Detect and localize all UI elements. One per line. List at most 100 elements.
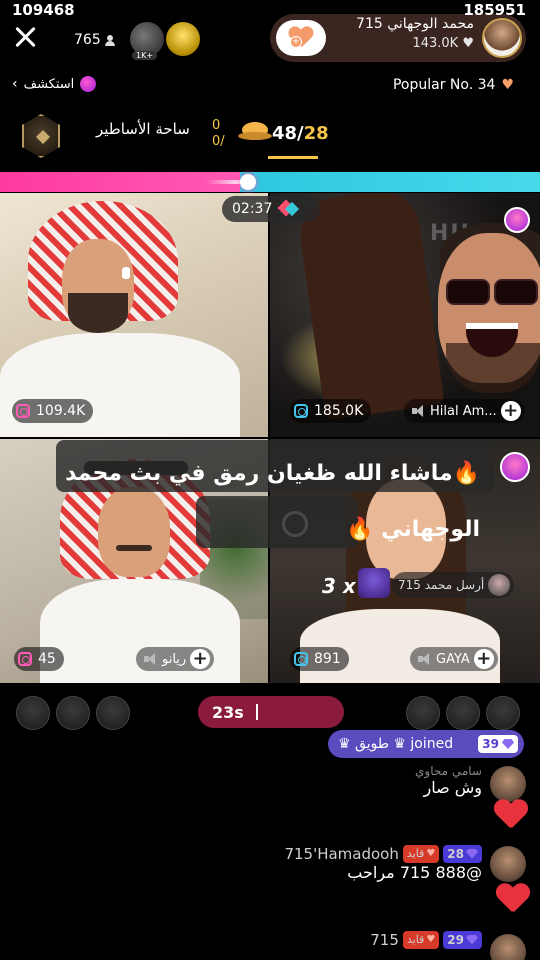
guest-4-name-tag[interactable]: GAYA + bbox=[410, 647, 498, 671]
gem-icon bbox=[466, 848, 478, 859]
gem-icon bbox=[466, 934, 478, 945]
round-score[interactable]: 48/28 bbox=[272, 123, 329, 144]
mini-score-bottom: 0/ bbox=[212, 134, 225, 149]
score-bar-right bbox=[240, 172, 540, 192]
joined-notification: ♛ طويق ♛ joined 39 bbox=[328, 730, 524, 758]
supporter-avatar[interactable] bbox=[486, 696, 520, 730]
mute-icon bbox=[144, 653, 158, 665]
joined-text: ♛ طويق ♛ joined bbox=[338, 736, 454, 752]
top-gift-icon[interactable] bbox=[166, 22, 200, 56]
guest-2-gift-count-value: 185.0K bbox=[314, 403, 364, 419]
person-icon bbox=[104, 35, 115, 46]
user-level-badge: 39 bbox=[478, 735, 518, 753]
mute-icon bbox=[418, 653, 432, 665]
guest-3-name: ريانو bbox=[162, 651, 187, 667]
guest-2-name-tag[interactable]: Hilal Am... + bbox=[404, 399, 525, 423]
comment-text: وش صار bbox=[423, 778, 482, 797]
battle-timer-value: 02:37 bbox=[232, 201, 273, 217]
fan-badge: قايد ♥ bbox=[402, 844, 440, 863]
comment-avatar[interactable] bbox=[490, 846, 526, 882]
camera-icon bbox=[294, 652, 308, 666]
user-badges: 715 قايد ♥ 29 bbox=[370, 930, 482, 949]
guest-video-2[interactable]: HILAL 185.0K Hilal Am... + bbox=[270, 193, 540, 437]
follow-button[interactable]: + bbox=[276, 20, 326, 56]
comment-text: @888 715 مراحب bbox=[347, 862, 482, 882]
mini-score-top: 0 bbox=[212, 118, 221, 133]
comment-username[interactable]: 715'Hamadooh bbox=[284, 845, 398, 863]
comment-header: 715'Hamadooh قايد ♥ 28 bbox=[284, 844, 482, 863]
popular-label: Popular No. 34 bbox=[392, 77, 496, 93]
host-name: محمد الوجهاني 715 bbox=[356, 16, 474, 32]
guest-video-1[interactable]: 109.4K bbox=[0, 193, 268, 437]
add-guest-button[interactable]: + bbox=[500, 401, 521, 421]
announcement-badge-icon bbox=[500, 452, 530, 482]
comment-item: سامي محاوي وش صار bbox=[415, 764, 482, 797]
guest-4-gift-count: 891 bbox=[290, 647, 349, 671]
comment-username[interactable]: سامي محاوي bbox=[415, 764, 482, 778]
host-info-pill[interactable]: + محمد الوجهاني 715 143.0K ♥ bbox=[270, 14, 526, 62]
battle-score-bar bbox=[0, 172, 540, 192]
heart-icon: ♥ bbox=[501, 77, 514, 93]
level-badge: 28 bbox=[443, 844, 482, 863]
heart-icon: ♥ bbox=[426, 934, 436, 945]
gift-sender-banner: أرسل محمد 715 bbox=[392, 572, 515, 598]
round-current: 48/ bbox=[272, 123, 304, 144]
countdown-separator bbox=[255, 704, 258, 720]
host-avatar[interactable] bbox=[482, 18, 522, 58]
guest-2-name: Hilal Am... bbox=[430, 403, 497, 419]
round-total: 28 bbox=[303, 123, 329, 144]
fan-badge-label: قايد bbox=[406, 847, 425, 860]
mini-score: 0 0/ bbox=[212, 118, 225, 150]
host-badge-icon[interactable] bbox=[504, 207, 530, 233]
comment-avatar[interactable] bbox=[490, 766, 526, 802]
comment-avatar[interactable] bbox=[490, 934, 526, 960]
supporter-avatar[interactable] bbox=[446, 696, 480, 730]
comment-username[interactable]: 715 bbox=[370, 931, 399, 949]
like-heart-icon[interactable] bbox=[494, 800, 528, 830]
add-guest-button[interactable]: + bbox=[473, 649, 494, 669]
gift-icon bbox=[358, 568, 390, 598]
left-team-supporters[interactable] bbox=[16, 696, 130, 730]
guest-body bbox=[300, 609, 500, 683]
announcement-text: 🔥ماشاء الله ظغيان رمق في بث محمد الوجهان… bbox=[65, 461, 480, 542]
mute-icon bbox=[412, 405, 426, 417]
legend-badge-icon[interactable] bbox=[22, 114, 60, 158]
level-value: 29 bbox=[447, 932, 464, 947]
close-icon[interactable] bbox=[12, 24, 38, 50]
right-team-supporters[interactable] bbox=[406, 696, 520, 730]
top-gifter-badge: 1K+ bbox=[132, 51, 158, 60]
camera-icon bbox=[18, 652, 32, 666]
arena-label[interactable]: ساحة الأساطير bbox=[96, 120, 190, 138]
guest-4-gift-count-value: 891 bbox=[314, 651, 341, 667]
camera-icon bbox=[16, 404, 30, 418]
top-gifter-avatar[interactable]: 1K+ bbox=[130, 22, 164, 60]
explore-button[interactable]: ‹ استكشف bbox=[12, 76, 97, 92]
chevron-left-icon: ‹ bbox=[12, 76, 18, 92]
user-badges: 715'Hamadooh قايد ♥ 28 bbox=[284, 844, 482, 863]
add-guest-button[interactable]: + bbox=[190, 649, 211, 669]
supporter-avatar[interactable] bbox=[16, 696, 50, 730]
battle-timer: 02:37 bbox=[222, 196, 320, 222]
gift-combo: 3 x bbox=[322, 574, 356, 598]
viewer-count-label: 765 bbox=[74, 32, 101, 48]
fan-badge-label: قايد bbox=[406, 933, 425, 946]
guest-3-name-tag[interactable]: ريانو + bbox=[136, 647, 215, 671]
score-bar-left bbox=[0, 172, 240, 192]
heart-icon: ♥ bbox=[426, 848, 436, 859]
guest-1-gift-count-value: 109.4K bbox=[36, 403, 86, 419]
supporter-avatar[interactable] bbox=[96, 696, 130, 730]
score-spark-icon bbox=[206, 172, 262, 192]
plus-icon: + bbox=[290, 36, 302, 48]
explore-label: استكشف bbox=[23, 76, 75, 92]
sunglasses bbox=[442, 279, 540, 305]
supporter-avatar[interactable] bbox=[406, 696, 440, 730]
earbud bbox=[122, 267, 130, 279]
viewer-count[interactable]: 765 bbox=[74, 32, 115, 48]
gift-sender-text: أرسل محمد 715 bbox=[398, 578, 485, 592]
like-heart-icon[interactable] bbox=[496, 884, 530, 914]
guest-3-gift-count-value: 45 bbox=[38, 651, 56, 667]
supporter-avatar[interactable] bbox=[56, 696, 90, 730]
popular-rank[interactable]: Popular No. 34 ♥ bbox=[393, 77, 514, 93]
sender-avatar bbox=[488, 574, 511, 596]
guest-4-name: GAYA bbox=[436, 651, 470, 667]
